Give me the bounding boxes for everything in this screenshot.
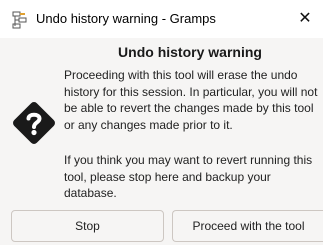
stop-button[interactable]: Stop — [11, 210, 164, 242]
dialog-content: Undo history warning Proceeding with thi… — [0, 38, 323, 206]
gramps-app-icon — [10, 11, 28, 29]
dialog-heading: Undo history warning — [118, 44, 262, 60]
question-diamond-icon — [10, 99, 58, 147]
proceed-button[interactable]: Proceed with the tool — [172, 210, 323, 242]
close-button[interactable]: ✕ — [295, 9, 315, 29]
backup-advice-message: If you think you may want to revert runn… — [64, 153, 313, 200]
title-bar: Undo history warning - Gramps ✕ — [0, 0, 323, 38]
window-title: Undo history warning - Gramps — [36, 11, 216, 26]
warning-message: Proceeding with this tool will erase the… — [64, 68, 318, 132]
undo-warning-dialog: Undo history warning - Gramps ✕ Undo his… — [0, 0, 323, 245]
button-bar: Stop Proceed with the tool — [0, 206, 323, 245]
